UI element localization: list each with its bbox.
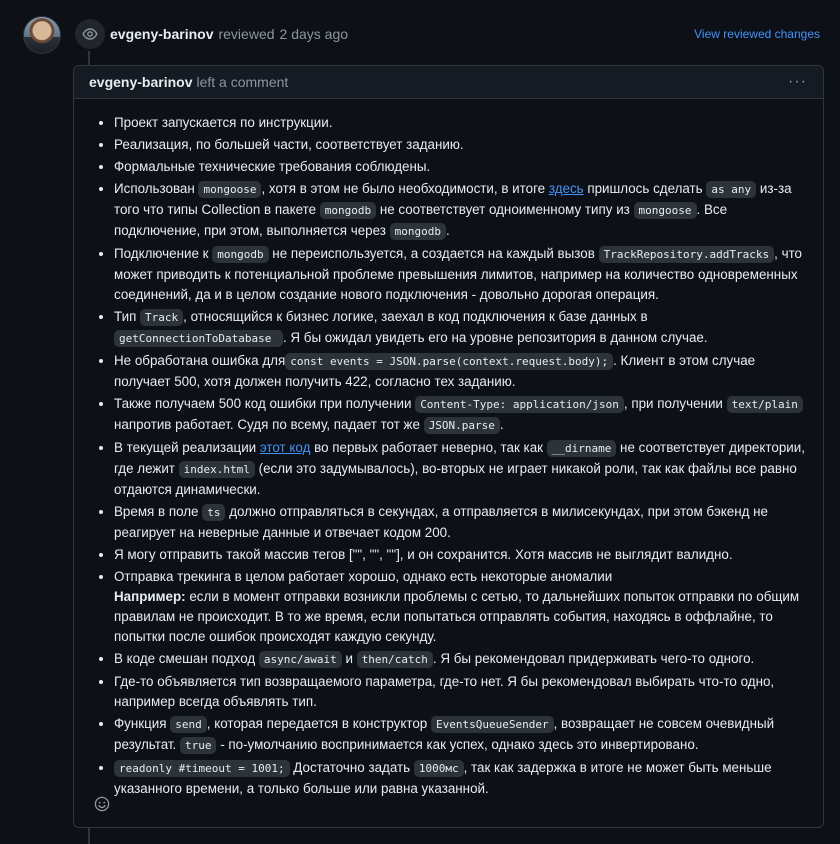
inline-code: send	[170, 716, 207, 733]
inline-code: async/await	[258, 651, 342, 668]
eye-icon	[73, 17, 107, 51]
comment-body: Проект запускается по инструкции. Реализ…	[74, 99, 823, 799]
timeline-line	[88, 828, 90, 844]
review-list: Проект запускается по инструкции. Реализ…	[96, 113, 807, 799]
list-item: Время в поле ts должно отправляться в се…	[114, 502, 807, 543]
inline-code: EventsQueueSender	[430, 716, 554, 733]
list-item: Подключение к mongodb не переиспользуетс…	[114, 244, 807, 305]
inline-code: as any	[706, 181, 757, 198]
inline-code: true	[179, 737, 217, 754]
list-item: Формальные технические требования соблюд…	[114, 157, 807, 177]
list-item: Отправка трекинга в целом работает хорош…	[114, 567, 807, 647]
here-link[interactable]: здесь	[549, 181, 584, 196]
inline-code: mongodb	[319, 202, 377, 219]
avatar[interactable]	[23, 16, 61, 54]
list-item: Также получаем 500 код ошибки при получе…	[114, 394, 807, 436]
comment-author[interactable]: evgeny-barinov	[89, 74, 192, 90]
review-action: reviewed	[218, 26, 275, 42]
inline-code: JSON.parse	[423, 417, 500, 434]
review-header: evgeny-barinov reviewed 2 days ago View …	[110, 24, 820, 44]
list-item: Функция send, которая передается в конст…	[114, 714, 807, 756]
smiley-icon[interactable]	[91, 793, 113, 815]
view-reviewed-changes-link[interactable]: View reviewed changes	[694, 27, 820, 41]
inline-code: then/catch	[356, 651, 433, 668]
this-code-link[interactable]: этот код	[260, 440, 311, 455]
inline-code: 1000мс	[413, 760, 464, 777]
inline-code: getConnectionToDatabase	[114, 330, 283, 347]
comment-header: evgeny-barinov left a comment ···	[74, 66, 823, 99]
review-comment: evgeny-barinov left a comment ··· Проект…	[73, 65, 824, 828]
list-item: В текущей реализации этот код во первых …	[114, 438, 807, 500]
list-item: Проект запускается по инструкции.	[114, 113, 807, 133]
list-item: Использован mongoose, хотя в этом не был…	[114, 179, 807, 242]
inline-code: mongodb	[212, 246, 269, 263]
inline-code: mongoose	[633, 202, 697, 219]
inline-code: readonly #timeout = 1001;	[114, 760, 290, 777]
comment-action: left a comment	[196, 74, 289, 90]
inline-code: text/plain	[726, 396, 803, 413]
inline-code: __dirname	[546, 440, 617, 457]
list-item: Где-то объявляется тип возвращаемого пар…	[114, 672, 807, 712]
kebab-horizontal-icon[interactable]: ···	[788, 73, 807, 91]
list-item: Я могу отправить такой массив тегов ["",…	[114, 545, 807, 565]
bold-label: Например:	[114, 589, 186, 604]
inline-code: mongodb	[389, 223, 446, 240]
review-time[interactable]: 2 days ago	[280, 26, 349, 42]
review-author[interactable]: evgeny-barinov	[110, 26, 213, 42]
list-item: Не обработана ошибка дляconst events = J…	[114, 351, 807, 392]
list-item: В коде смешан подход async/await и then/…	[114, 649, 807, 670]
inline-code: const events = JSON.parse(context.reques…	[285, 353, 614, 370]
inline-code: index.html	[178, 461, 255, 478]
inline-code: Content-Type: application/json	[415, 396, 624, 413]
list-item: Тип Track, относящийся к бизнес логике, …	[114, 307, 807, 349]
inline-code: ts	[202, 504, 226, 521]
inline-code: mongoose	[198, 181, 262, 198]
list-item: Реализация, по большей части, соответств…	[114, 135, 807, 155]
inline-code: TrackRepository.addTracks	[598, 246, 775, 263]
list-item: readonly #timeout = 1001; Достаточно зад…	[114, 758, 807, 799]
inline-code: Track	[140, 309, 184, 326]
